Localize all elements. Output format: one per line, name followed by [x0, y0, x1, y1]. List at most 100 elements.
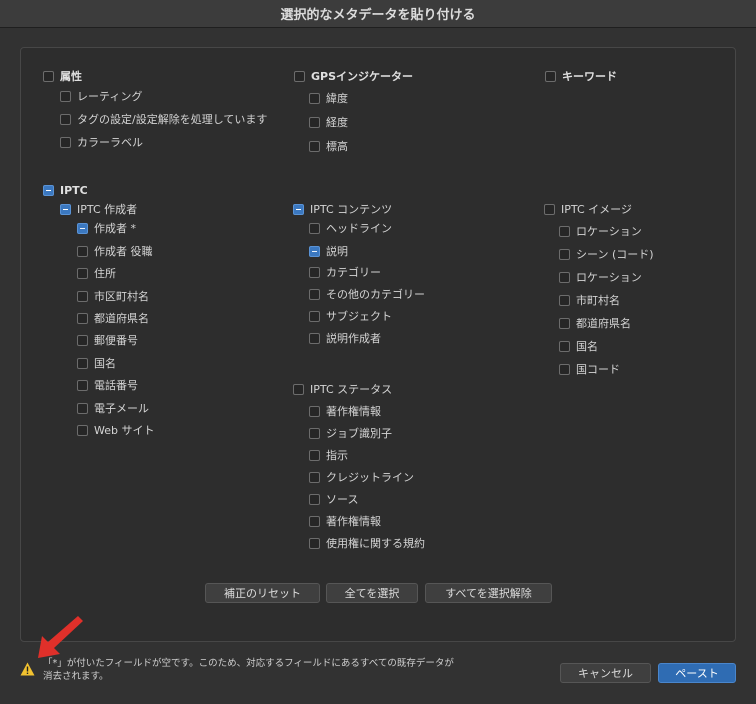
checkbox-box[interactable] [309, 405, 320, 417]
checkbox-creator[interactable]: 作成者 * [77, 220, 136, 236]
checkbox-instructions[interactable]: 指示 [309, 447, 348, 463]
checkbox-source[interactable]: ソース [309, 491, 358, 507]
checkbox-address[interactable]: 住所 [77, 265, 116, 281]
label-iptc: IPTC [60, 183, 88, 197]
label-description: 説明 [326, 245, 348, 258]
checkbox-description-writer[interactable]: 説明作成者 [309, 330, 381, 346]
checkbox-box[interactable] [60, 113, 71, 125]
checkbox-box[interactable] [77, 424, 88, 436]
checkbox-box[interactable] [309, 332, 320, 344]
reset-button[interactable]: 補正のリセット [205, 583, 320, 603]
checkbox-scene-code[interactable]: シーン (コード) [559, 246, 654, 262]
checkbox-box[interactable] [293, 203, 304, 215]
checkbox-box[interactable] [77, 245, 88, 257]
checkbox-country-code[interactable]: 国コード [559, 361, 620, 377]
checkbox-box[interactable] [43, 70, 54, 82]
checkbox-box[interactable] [43, 184, 54, 196]
checkbox-phone[interactable]: 電話番号 [77, 377, 138, 393]
checkbox-box[interactable] [77, 312, 88, 324]
checkbox-box[interactable] [77, 402, 88, 414]
checkbox-box[interactable] [77, 334, 88, 346]
cancel-button[interactable]: キャンセル [560, 663, 651, 683]
checkbox-creator-title[interactable]: 作成者 役職 [77, 243, 153, 259]
checkbox-state-image[interactable]: 都道府県名 [559, 315, 631, 331]
checkbox-box[interactable] [77, 290, 88, 302]
checkbox-altitude[interactable]: 標高 [309, 138, 348, 154]
checkbox-job-identifier[interactable]: ジョブ識別子 [309, 425, 392, 441]
checkbox-box[interactable] [294, 70, 305, 82]
checkbox-website[interactable]: Web サイト [77, 422, 154, 438]
checkbox-box[interactable] [309, 493, 320, 505]
checkbox-box[interactable] [77, 357, 88, 369]
checkbox-box[interactable] [60, 90, 71, 102]
checkbox-box[interactable] [309, 427, 320, 439]
checkbox-city-image[interactable]: 市町村名 [559, 292, 620, 308]
checkbox-box[interactable] [77, 222, 88, 234]
checkbox-tag-settings[interactable]: タグの設定/設定解除を処理しています [60, 111, 267, 127]
checkbox-subject[interactable]: サブジェクト [309, 308, 392, 324]
checkbox-country[interactable]: 国名 [77, 355, 116, 371]
checkbox-state[interactable]: 都道府県名 [77, 310, 149, 326]
checkbox-box[interactable] [309, 245, 320, 257]
checkbox-box[interactable] [559, 271, 570, 283]
checkbox-box[interactable] [309, 515, 320, 527]
label-iptc-status: IPTC ステータス [310, 383, 393, 396]
checkbox-box[interactable] [309, 449, 320, 461]
checkbox-box[interactable] [309, 288, 320, 300]
warning-line-2: 消去されます。 [43, 671, 109, 682]
checkbox-city[interactable]: 市区町村名 [77, 288, 149, 304]
checkbox-description[interactable]: 説明 [309, 243, 348, 259]
checkbox-iptc-creator[interactable]: IPTC 作成者 [60, 201, 137, 217]
checkbox-box[interactable] [60, 136, 71, 148]
checkbox-box[interactable] [559, 225, 570, 237]
checkbox-other-categories[interactable]: その他のカテゴリー [309, 286, 425, 302]
checkbox-rights-usage-terms[interactable]: 使用権に関する規約 [309, 535, 425, 551]
checkbox-box[interactable] [544, 203, 555, 215]
checkbox-rating[interactable]: レーティング [60, 88, 142, 104]
checkbox-box[interactable] [309, 222, 320, 234]
checkbox-keywords[interactable]: キーワード [545, 68, 617, 84]
label-state: 都道府県名 [94, 312, 149, 325]
checkbox-iptc-image[interactable]: IPTC イメージ [544, 201, 632, 217]
checkbox-box[interactable] [309, 310, 320, 322]
checkbox-iptc[interactable]: IPTC [43, 182, 88, 198]
checkbox-box[interactable] [309, 92, 320, 104]
deselect-all-button[interactable]: すべてを選択解除 [425, 583, 552, 603]
select-all-button[interactable]: 全てを選択 [326, 583, 418, 603]
checkbox-iptc-content[interactable]: IPTC コンテンツ [293, 201, 392, 217]
checkbox-box[interactable] [309, 266, 320, 278]
checkbox-latitude[interactable]: 緯度 [309, 90, 348, 106]
checkbox-box[interactable] [545, 70, 556, 82]
checkbox-box[interactable] [309, 471, 320, 483]
checkbox-copyright-notice-2[interactable]: 著作権情報 [309, 513, 381, 529]
checkbox-longitude[interactable]: 経度 [309, 114, 348, 130]
checkbox-box[interactable] [559, 363, 570, 375]
checkbox-category[interactable]: カテゴリー [309, 264, 381, 280]
checkbox-location[interactable]: ロケーション [559, 223, 642, 239]
checkbox-headline[interactable]: ヘッドライン [309, 220, 392, 236]
checkbox-box[interactable] [77, 379, 88, 391]
checkbox-credit-line[interactable]: クレジットライン [309, 469, 414, 485]
paste-button[interactable]: ペースト [658, 663, 736, 683]
checkbox-box[interactable] [559, 248, 570, 260]
checkbox-location-2[interactable]: ロケーション [559, 269, 642, 285]
checkbox-box[interactable] [293, 383, 304, 395]
checkbox-box[interactable] [309, 116, 320, 128]
checkbox-box[interactable] [559, 317, 570, 329]
checkbox-color-label[interactable]: カラーラベル [60, 134, 143, 150]
checkbox-box[interactable] [309, 537, 320, 549]
checkbox-country-image[interactable]: 国名 [559, 338, 598, 354]
checkbox-gps[interactable]: GPSインジケーター [294, 68, 413, 84]
checkbox-copyright-notice[interactable]: 著作権情報 [309, 403, 381, 419]
checkbox-box[interactable] [559, 294, 570, 306]
checkbox-box[interactable] [77, 267, 88, 279]
checkbox-postal-code[interactable]: 郵便番号 [77, 332, 138, 348]
checkbox-attributes[interactable]: 属性 [43, 68, 82, 84]
checkbox-email[interactable]: 電子メール [77, 400, 149, 416]
checkbox-box[interactable] [559, 340, 570, 352]
label-location: ロケーション [576, 225, 642, 238]
checkbox-iptc-status[interactable]: IPTC ステータス [293, 381, 392, 397]
checkbox-box[interactable] [309, 140, 320, 152]
label-iptc-creator: IPTC 作成者 [77, 203, 138, 216]
checkbox-box[interactable] [60, 203, 71, 215]
